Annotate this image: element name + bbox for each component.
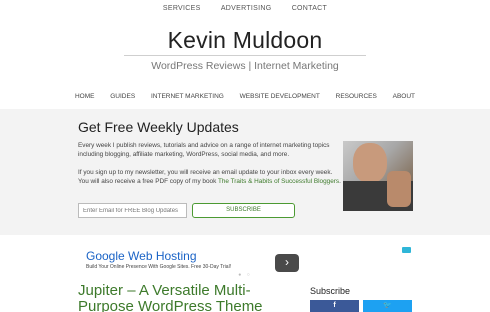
nav-internet-marketing-link[interactable]: INTERNET MARKETING [151, 93, 224, 100]
optin-offer-text: If you sign up to my newsletter, you wil… [78, 168, 343, 186]
subscribe-button[interactable]: SUBSCRIBE [192, 203, 295, 218]
ad-pagination-dots[interactable]: ● ○ [0, 272, 490, 278]
author-photo-head [353, 143, 387, 183]
email-input[interactable] [78, 203, 187, 218]
optin-description: Every week I publish reviews, tutorials … [78, 142, 330, 158]
nav-website-development-link[interactable]: WEBSITE DEVELOPMENT [240, 93, 320, 100]
topnav-contact-link[interactable]: CONTACT [292, 5, 327, 12]
facebook-icon[interactable]: f [310, 300, 359, 312]
topnav-services-link[interactable]: SERVICES [163, 5, 201, 12]
book-link[interactable]: The Traits & Habits of Successful Blogge… [218, 178, 339, 185]
twitter-icon[interactable]: 🐦 [363, 300, 412, 312]
optin-title: Get Free Weekly Updates [78, 119, 239, 135]
optin-offer-text-end: . [339, 178, 341, 185]
nav-guides-link[interactable]: GUIDES [110, 93, 135, 100]
nav-about-link[interactable]: ABOUT [393, 93, 415, 100]
top-navigation: SERVICES ADVERTISING CONTACT [0, 5, 490, 12]
title-divider [124, 55, 366, 56]
sidebar-subscribe-heading: Subscribe [310, 286, 351, 296]
nav-home-link[interactable]: HOME [75, 93, 95, 100]
topnav-advertising-link[interactable]: ADVERTISING [221, 5, 272, 12]
ad-next-arrow-icon[interactable]: › [275, 254, 299, 272]
post-title[interactable]: Jupiter – A Versatile Multi-Purpose Word… [78, 283, 288, 312]
site-title[interactable]: Kevin Muldoon [0, 27, 490, 54]
author-photo-arm [387, 171, 411, 207]
ad-title[interactable]: Google Web Hosting [86, 249, 197, 263]
author-photo [343, 141, 413, 211]
site-tagline: WordPress Reviews | Internet Marketing [151, 60, 339, 72]
ad-subtitle: Build Your Online Presence With Google S… [86, 264, 232, 270]
nav-resources-link[interactable]: RESOURCES [336, 93, 377, 100]
adchoices-icon[interactable] [402, 247, 411, 253]
main-navigation: HOME GUIDES INTERNET MARKETING WEBSITE D… [0, 93, 490, 100]
